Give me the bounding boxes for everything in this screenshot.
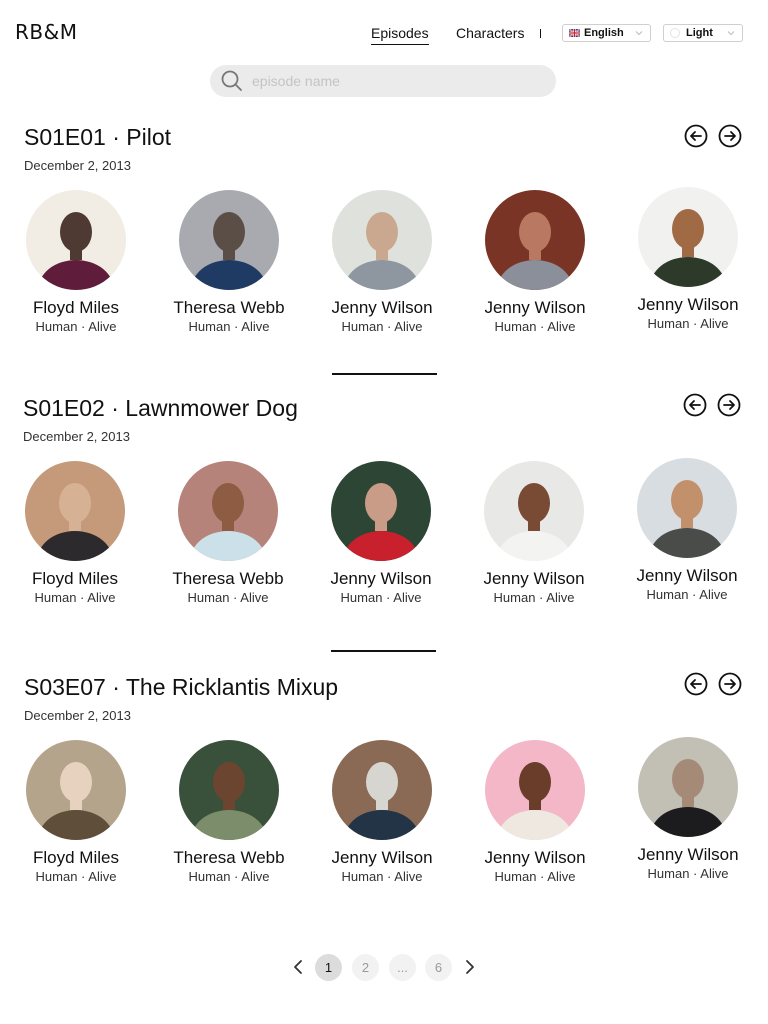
character-name: Theresa Webb: [173, 848, 285, 867]
character-card[interactable]: Jenny Wilson Human · Alive: [465, 190, 605, 334]
avatar: [638, 187, 738, 287]
character-status: Human · Alive: [341, 319, 423, 334]
character-card[interactable]: Jenny Wilson Human · Alive: [464, 461, 604, 605]
chevron-down-icon: [635, 31, 643, 36]
character-card[interactable]: Floyd Miles Human · Alive: [6, 190, 146, 334]
avatar: [485, 190, 585, 290]
avatar: [179, 740, 279, 840]
page-button-1[interactable]: 1: [315, 954, 342, 981]
section-divider: [332, 373, 437, 375]
episode-title[interactable]: S03E07 · The Ricklantis Mixup: [24, 674, 338, 701]
character-name: Jenny Wilson: [331, 848, 433, 867]
character-card[interactable]: Floyd Miles Human · Alive: [6, 740, 146, 884]
character-status: Human · Alive: [646, 587, 728, 602]
episode-title[interactable]: S01E01 · Pilot: [24, 124, 171, 151]
character-name: Jenny Wilson: [637, 845, 739, 864]
avatar: [638, 737, 738, 837]
arrow-right-button[interactable]: [717, 393, 741, 417]
episode-section: S03E07 · The Ricklantis Mixup December 2…: [0, 672, 768, 914]
character-status: Human · Alive: [187, 590, 269, 605]
avatar: [26, 740, 126, 840]
avatar: [179, 190, 279, 290]
character-name: Jenny Wilson: [484, 298, 586, 317]
character-status: Human · Alive: [34, 590, 116, 605]
episode-date: December 2, 2013: [24, 158, 131, 173]
nav-episodes[interactable]: Episodes: [371, 25, 429, 45]
avatar: [26, 190, 126, 290]
character-name: Jenny Wilson: [483, 569, 585, 588]
avatar: [637, 458, 737, 558]
arrow-right-button[interactable]: [718, 672, 742, 696]
pagination: 1 2 ... 6: [0, 954, 768, 981]
avatar: [484, 461, 584, 561]
character-status: Human · Alive: [494, 869, 576, 884]
arrow-left-button[interactable]: [683, 393, 707, 417]
arrow-left-button[interactable]: [684, 124, 708, 148]
search-input[interactable]: [252, 73, 532, 89]
character-card[interactable]: Jenny Wilson Human · Alive: [618, 737, 758, 881]
avatar: [25, 461, 125, 561]
episode-date: December 2, 2013: [24, 708, 131, 723]
avatar: [178, 461, 278, 561]
character-status: Human · Alive: [35, 319, 117, 334]
character-card[interactable]: Floyd Miles Human · Alive: [5, 461, 145, 605]
page-ellipsis: ...: [389, 954, 416, 981]
avatar: [332, 740, 432, 840]
character-name: Jenny Wilson: [331, 298, 433, 317]
character-status: Human · Alive: [341, 869, 423, 884]
page-button-2[interactable]: 2: [352, 954, 379, 981]
episode-title[interactable]: S01E02 · Lawnmower Dog: [23, 395, 298, 422]
chevron-down-icon: [727, 31, 735, 36]
avatar: [332, 190, 432, 290]
character-card[interactable]: Jenny Wilson Human · Alive: [618, 187, 758, 331]
character-name: Jenny Wilson: [636, 566, 738, 585]
character-status: Human · Alive: [647, 316, 729, 331]
language-select-value: English: [584, 27, 624, 39]
character-name: Theresa Webb: [172, 569, 284, 588]
arrow-left-button[interactable]: [684, 672, 708, 696]
character-status: Human · Alive: [494, 319, 576, 334]
search-bar[interactable]: [210, 65, 556, 97]
character-status: Human · Alive: [340, 590, 422, 605]
character-name: Floyd Miles: [32, 569, 118, 588]
character-card[interactable]: Jenny Wilson Human · Alive: [311, 461, 451, 605]
character-name: Jenny Wilson: [484, 848, 586, 867]
character-card[interactable]: Theresa Webb Human · Alive: [158, 461, 298, 605]
uk-flag-icon: [569, 29, 580, 37]
section-divider: [331, 650, 436, 652]
character-card[interactable]: Theresa Webb Human · Alive: [159, 740, 299, 884]
character-name: Jenny Wilson: [637, 295, 739, 314]
character-card[interactable]: Jenny Wilson Human · Alive: [617, 458, 757, 602]
chevron-left-icon[interactable]: [291, 959, 305, 975]
character-name: Floyd Miles: [33, 848, 119, 867]
character-card[interactable]: Jenny Wilson Human · Alive: [312, 190, 452, 334]
character-name: Theresa Webb: [173, 298, 285, 317]
theme-select[interactable]: Light: [663, 24, 743, 42]
character-name: Jenny Wilson: [330, 569, 432, 588]
character-card[interactable]: Jenny Wilson Human · Alive: [312, 740, 452, 884]
character-status: Human · Alive: [647, 866, 729, 881]
character-status: Human · Alive: [188, 869, 270, 884]
search-icon: [221, 70, 242, 91]
nav-separator: [540, 29, 541, 38]
episode-section: S01E02 · Lawnmower Dog December 2, 2013 …: [0, 393, 768, 635]
nav-characters[interactable]: Characters: [456, 25, 524, 41]
logo[interactable]: RB&M: [15, 20, 77, 44]
language-select[interactable]: English: [562, 24, 651, 42]
theme-select-value: Light: [686, 27, 713, 39]
character-card[interactable]: Jenny Wilson Human · Alive: [465, 740, 605, 884]
episode-date: December 2, 2013: [23, 429, 130, 444]
chevron-right-icon[interactable]: [463, 959, 477, 975]
page-button-6[interactable]: 6: [425, 954, 452, 981]
avatar: [485, 740, 585, 840]
character-name: Floyd Miles: [33, 298, 119, 317]
character-status: Human · Alive: [35, 869, 117, 884]
avatar: [331, 461, 431, 561]
character-status: Human · Alive: [188, 319, 270, 334]
episode-section: S01E01 · Pilot December 2, 2013 Floyd Mi…: [0, 124, 768, 364]
character-status: Human · Alive: [493, 590, 575, 605]
character-card[interactable]: Theresa Webb Human · Alive: [159, 190, 299, 334]
arrow-right-button[interactable]: [718, 124, 742, 148]
theme-circle-icon: [670, 28, 680, 38]
